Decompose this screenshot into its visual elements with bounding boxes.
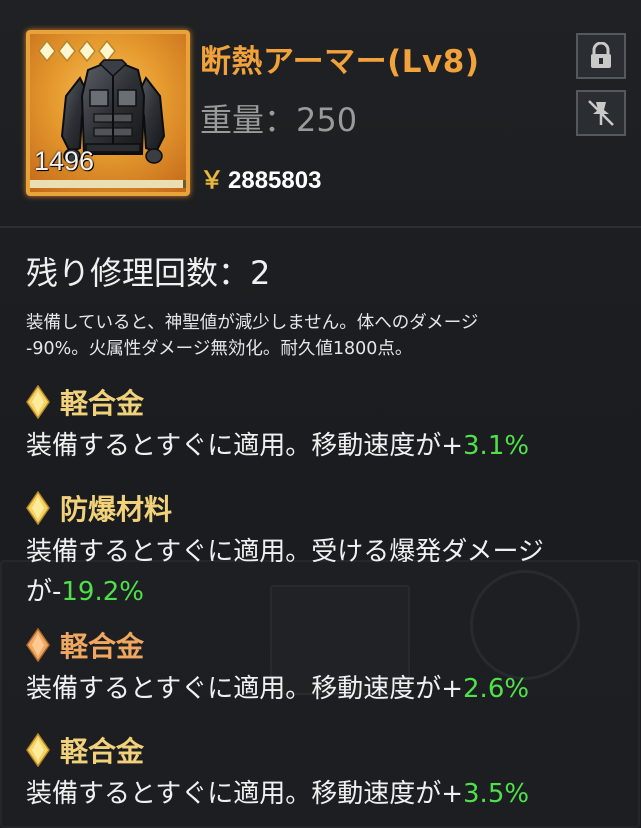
durability-bar-fill xyxy=(30,180,183,188)
gem-icon xyxy=(26,733,50,767)
remaining-repairs: 残り修理回数：2 xyxy=(26,248,270,294)
mod-effect-value: 3.5% xyxy=(463,779,530,809)
mod-name: 軽合金 xyxy=(60,630,145,663)
item-weight: 重量：250 xyxy=(200,95,357,141)
mod-effect: 装備するとすぐに適用。移動速度が+3.5% xyxy=(26,774,626,814)
mod-entry: 軽合金 装備するとすぐに適用。移動速度が+3.1% xyxy=(26,382,626,466)
star-icon xyxy=(38,40,56,62)
mod-title: 軽合金 xyxy=(26,730,626,770)
description-line: 装備していると、神聖値が減少しません。体へのダメージ xyxy=(26,313,479,333)
currency-symbol: ￥ xyxy=(200,167,224,194)
mod-title: 軽合金 xyxy=(26,382,626,422)
mod-effect-text: 装備するとすぐに適用。移動速度が+ xyxy=(26,431,464,461)
unpin-button[interactable] xyxy=(576,90,626,136)
mod-effect-value: 19.2% xyxy=(61,577,144,607)
price-value: 2885803 xyxy=(228,167,322,194)
gem-icon xyxy=(26,385,50,419)
description-line: -90%。火属性ダメージ無効化。耐久値1800点。 xyxy=(26,339,413,359)
mod-effect-text: 装備するとすぐに適用。移動速度が+ xyxy=(26,674,464,704)
gem-icon xyxy=(26,628,50,662)
mod-title: 防爆材料 xyxy=(26,488,626,528)
mod-name: 軽合金 xyxy=(60,387,145,420)
mod-title: 軽合金 xyxy=(26,625,626,665)
mod-effect-text: 装備するとすぐに適用。受ける爆発ダメージ xyxy=(26,537,544,567)
mod-entry: 軽合金 装備するとすぐに適用。移動速度が+3.5% xyxy=(26,730,626,814)
mod-name: 軽合金 xyxy=(60,735,145,768)
mod-effect-value: 3.1% xyxy=(463,431,530,461)
mod-effect-value: 2.6% xyxy=(463,674,530,704)
header-divider xyxy=(0,226,641,228)
lock-button[interactable] xyxy=(576,33,626,79)
item-tooltip-panel: 1496 断熱アーマー(Lv8) 重量：250 ￥ 2885803 残り修理回数：… xyxy=(0,0,641,828)
weight-label: 重量： xyxy=(200,101,297,139)
mod-entry: 軽合金 装備するとすぐに適用。移動速度が+2.6% xyxy=(26,625,626,709)
mod-effect: 装備するとすぐに適用。受ける爆発ダメージ が-19.2% xyxy=(26,532,626,612)
gem-icon xyxy=(26,491,50,525)
mod-effect-text: が- xyxy=(26,577,62,607)
mod-effect: 装備するとすぐに適用。移動速度が+2.6% xyxy=(26,669,626,709)
durability-bar xyxy=(30,180,186,188)
mod-effect-text: 装備するとすぐに適用。移動速度が+ xyxy=(26,779,464,809)
repairs-value: 2 xyxy=(250,254,271,292)
item-icon-frame: 1496 xyxy=(26,30,190,196)
item-description: 装備していると、神聖値が減少しません。体へのダメージ -90%。火属性ダメージ無… xyxy=(26,310,616,362)
mod-entry: 防爆材料 装備するとすぐに適用。受ける爆発ダメージ が-19.2% xyxy=(26,488,626,612)
item-price: ￥ 2885803 xyxy=(200,160,321,195)
repairs-label: 残り修理回数： xyxy=(26,254,251,292)
lock-icon xyxy=(591,42,611,68)
weight-value: 250 xyxy=(296,101,358,139)
durability-value: 1496 xyxy=(34,146,95,176)
mod-effect: 装備するとすぐに適用。移動速度が+3.1% xyxy=(26,426,626,466)
item-name: 断熱アーマー(Lv8) xyxy=(200,44,480,80)
unpin-icon xyxy=(588,100,614,126)
mod-name: 防爆材料 xyxy=(60,493,173,526)
